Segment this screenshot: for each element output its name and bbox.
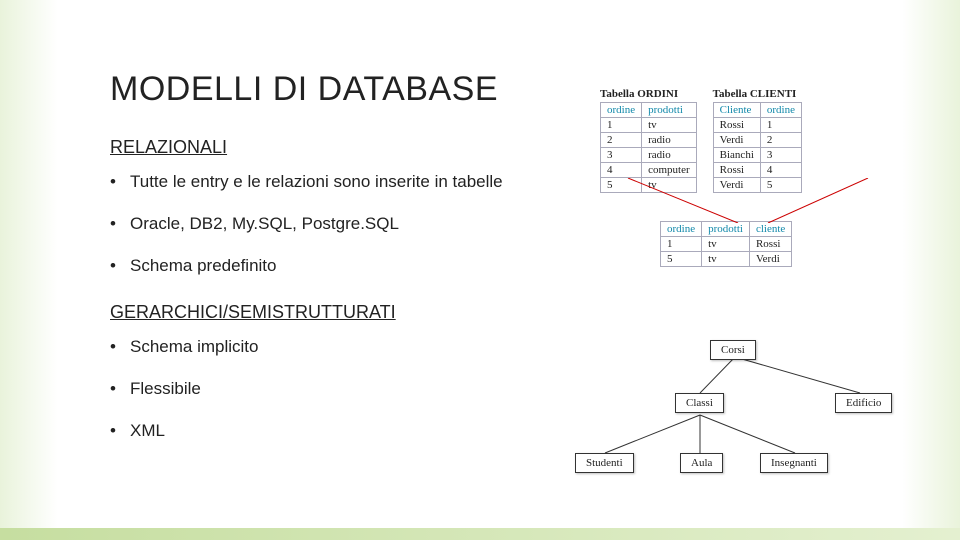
footer-accent-bar: [0, 528, 960, 540]
table-row: 2radio: [601, 133, 697, 148]
table-clienti: Clienteordine Rossi1 Verdi2 Bianchi3 Ros…: [713, 102, 802, 193]
table-title-clienti: Tabella CLIENTI: [713, 88, 802, 100]
table-row: Rossi1: [713, 118, 801, 133]
col-header: ordine: [760, 103, 801, 118]
table-row: 5tv: [601, 178, 697, 193]
table-row: Verdi5: [713, 178, 801, 193]
node-mid: Edificio: [835, 393, 892, 413]
table-join: ordineprodotticliente 1tvRossi 5tvVerdi: [660, 221, 792, 267]
section-gerarchici-label: GERARCHICI/SEMISTRUTTURATI: [110, 302, 930, 323]
col-header: ordine: [661, 222, 702, 237]
node-leaf: Studenti: [575, 453, 634, 473]
table-ordini: ordineprodotti 1tv 2radio 3radio 4comput…: [600, 102, 697, 193]
node-root: Corsi: [710, 340, 756, 360]
table-row: Verdi2: [713, 133, 801, 148]
table-row: 3radio: [601, 148, 697, 163]
figure-relational-tables: Tabella ORDINI ordineprodotti 1tv 2radio…: [600, 88, 900, 267]
table-row: 5tvVerdi: [661, 252, 792, 267]
col-header: prodotti: [702, 222, 750, 237]
col-header: Cliente: [713, 103, 760, 118]
table-row: 4computer: [601, 163, 697, 178]
table-row: Rossi4: [713, 163, 801, 178]
table-row: Bianchi3: [713, 148, 801, 163]
table-title-ordini: Tabella ORDINI: [600, 88, 697, 100]
col-header: ordine: [601, 103, 642, 118]
node-leaf: Aula: [680, 453, 723, 473]
node-mid: Classi: [675, 393, 724, 413]
col-header: cliente: [749, 222, 791, 237]
node-leaf: Insegnanti: [760, 453, 828, 473]
figure-hierarchy: Corsi Classi Edificio Studenti Aula Inse…: [560, 335, 910, 495]
col-header: prodotti: [642, 103, 697, 118]
table-row: 1tvRossi: [661, 237, 792, 252]
table-row: 1tv: [601, 118, 697, 133]
